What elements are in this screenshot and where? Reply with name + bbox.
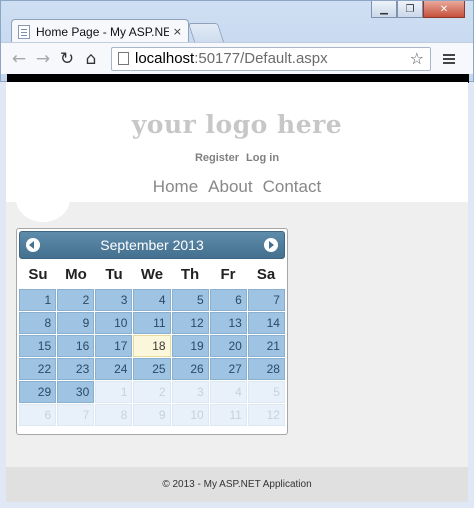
day-cell[interactable]: 19 [171,335,209,357]
weekday-header: Su Mo Tu We Th Fr Sa [19,259,285,289]
day-cell[interactable]: 9 [57,312,95,334]
day-cell[interactable]: 26 [171,358,209,380]
day-cell[interactable]: 28 [247,358,285,380]
day-cell-other-month[interactable]: 7 [57,404,95,426]
star-icon[interactable]: ☆ [410,49,424,68]
day-cell[interactable]: 15 [19,335,57,357]
weekday-label: Tu [105,265,123,283]
day-cell[interactable]: 30 [57,381,95,403]
day-cell[interactable]: 29 [19,381,57,403]
close-window-icon[interactable]: ✕ [423,1,465,18]
day-cell[interactable]: 4 [133,289,171,311]
maximize-icon[interactable]: ❐ [397,1,423,18]
weekday-label: Fr [220,265,236,283]
day-cell[interactable]: 16 [57,335,95,357]
header-decoration [16,176,70,222]
page-favicon-icon [18,24,30,39]
next-month-icon[interactable] [264,238,278,252]
day-cell[interactable]: 8 [19,312,57,334]
main-menu: Home About Contact [6,177,468,197]
day-cell-other-month[interactable]: 6 [19,404,57,426]
day-cell[interactable]: 21 [247,335,285,357]
login-links: Register Log in [6,152,468,164]
weekday-label: We [140,265,164,283]
day-cell[interactable]: 12 [171,312,209,334]
day-cell[interactable]: 23 [57,358,95,380]
login-link[interactable]: Log in [246,152,279,164]
tab-title: Home Page - My ASP.NET [36,24,169,39]
day-cell-other-month[interactable]: 9 [133,404,171,426]
day-cell[interactable]: 20 [209,335,247,357]
day-cell-other-month[interactable]: 2 [133,381,171,403]
new-tab-button[interactable] [187,23,225,42]
page-icon [118,52,129,65]
url-host: localhost [135,50,195,67]
register-link[interactable]: Register [195,152,239,164]
day-cell[interactable]: 2 [57,289,95,311]
main-content: September 2013 Su Mo Tu We Th Fr Sa 1234… [6,176,468,467]
nav-home[interactable]: Home [153,177,198,197]
day-cell-today[interactable]: 18 [133,335,171,357]
day-cell-other-month[interactable]: 5 [247,381,285,403]
tab-close-icon[interactable]: × [173,25,182,38]
hamburger-menu-icon[interactable] [439,47,459,71]
day-cell[interactable]: 10 [95,312,133,334]
home-icon[interactable]: ⌂ [79,47,103,71]
day-cell[interactable]: 25 [133,358,171,380]
weekday-label: Sa [256,265,276,283]
day-cell-other-month[interactable]: 10 [171,404,209,426]
site-footer: © 2013 - My ASP.NET Application [6,467,468,502]
day-cell-other-month[interactable]: 1 [95,381,133,403]
day-cell-other-month[interactable]: 3 [171,381,209,403]
day-cell[interactable]: 1 [19,289,57,311]
day-cell[interactable]: 24 [95,358,133,380]
url-path: :50177/Default.aspx [194,50,328,67]
browser-tab[interactable]: Home Page - My ASP.NET × [11,19,189,43]
day-cell-other-month[interactable]: 12 [247,404,285,426]
browser-toolbar: ← → ↻ ⌂ localhost:50177/Default.aspx ☆ [1,42,473,74]
day-grid: 1 2 3 4 5 6 7 8 9 10 11 12 13 14 15 16 17 18 19 20 21 22 23 24 2… [19,289,285,426]
day-cell[interactable]: 14 [247,312,285,334]
day-cell[interactable]: 13 [209,312,247,334]
day-cell-other-month[interactable]: 8 [95,404,133,426]
address-bar[interactable]: localhost:50177/Default.aspx ☆ [111,46,431,71]
day-cell[interactable]: 17 [95,335,133,357]
day-cell[interactable]: 22 [19,358,57,380]
site-logo[interactable]: your logo here [6,110,468,139]
day-cell[interactable]: 6 [209,289,247,311]
browser-window: ▁ ❐ ✕ Home Page - My ASP.NET × ← → ↻ ⌂ l… [0,0,474,83]
datepicker-header: September 2013 [19,231,285,259]
forward-arrow-icon[interactable]: → [31,47,55,71]
day-cell[interactable]: 27 [209,358,247,380]
weekday-label: Mo [65,265,87,283]
nav-about[interactable]: About [208,177,252,197]
day-cell[interactable]: 5 [171,289,209,311]
page-viewport: your logo here Register Log in Home Abou… [6,82,468,502]
day-cell-other-month[interactable]: 11 [209,404,247,426]
nav-contact[interactable]: Contact [263,177,322,197]
weekday-label: Su [28,265,48,283]
datepicker: September 2013 Su Mo Tu We Th Fr Sa 1234… [16,228,288,435]
day-cell[interactable]: 3 [95,289,133,311]
back-arrow-icon[interactable]: ← [7,47,31,71]
window-controls: ▁ ❐ ✕ [371,1,465,18]
weekday-label: Th [180,265,200,283]
minimize-icon[interactable]: ▁ [371,1,397,18]
site-header: your logo here Register Log in Home Abou… [6,82,468,202]
prev-month-icon[interactable] [26,238,40,252]
day-cell[interactable]: 7 [247,289,285,311]
month-title: September 2013 [100,237,204,253]
reload-icon[interactable]: ↻ [55,47,79,71]
day-cell[interactable]: 11 [133,312,171,334]
day-cell-other-month[interactable]: 4 [209,381,247,403]
